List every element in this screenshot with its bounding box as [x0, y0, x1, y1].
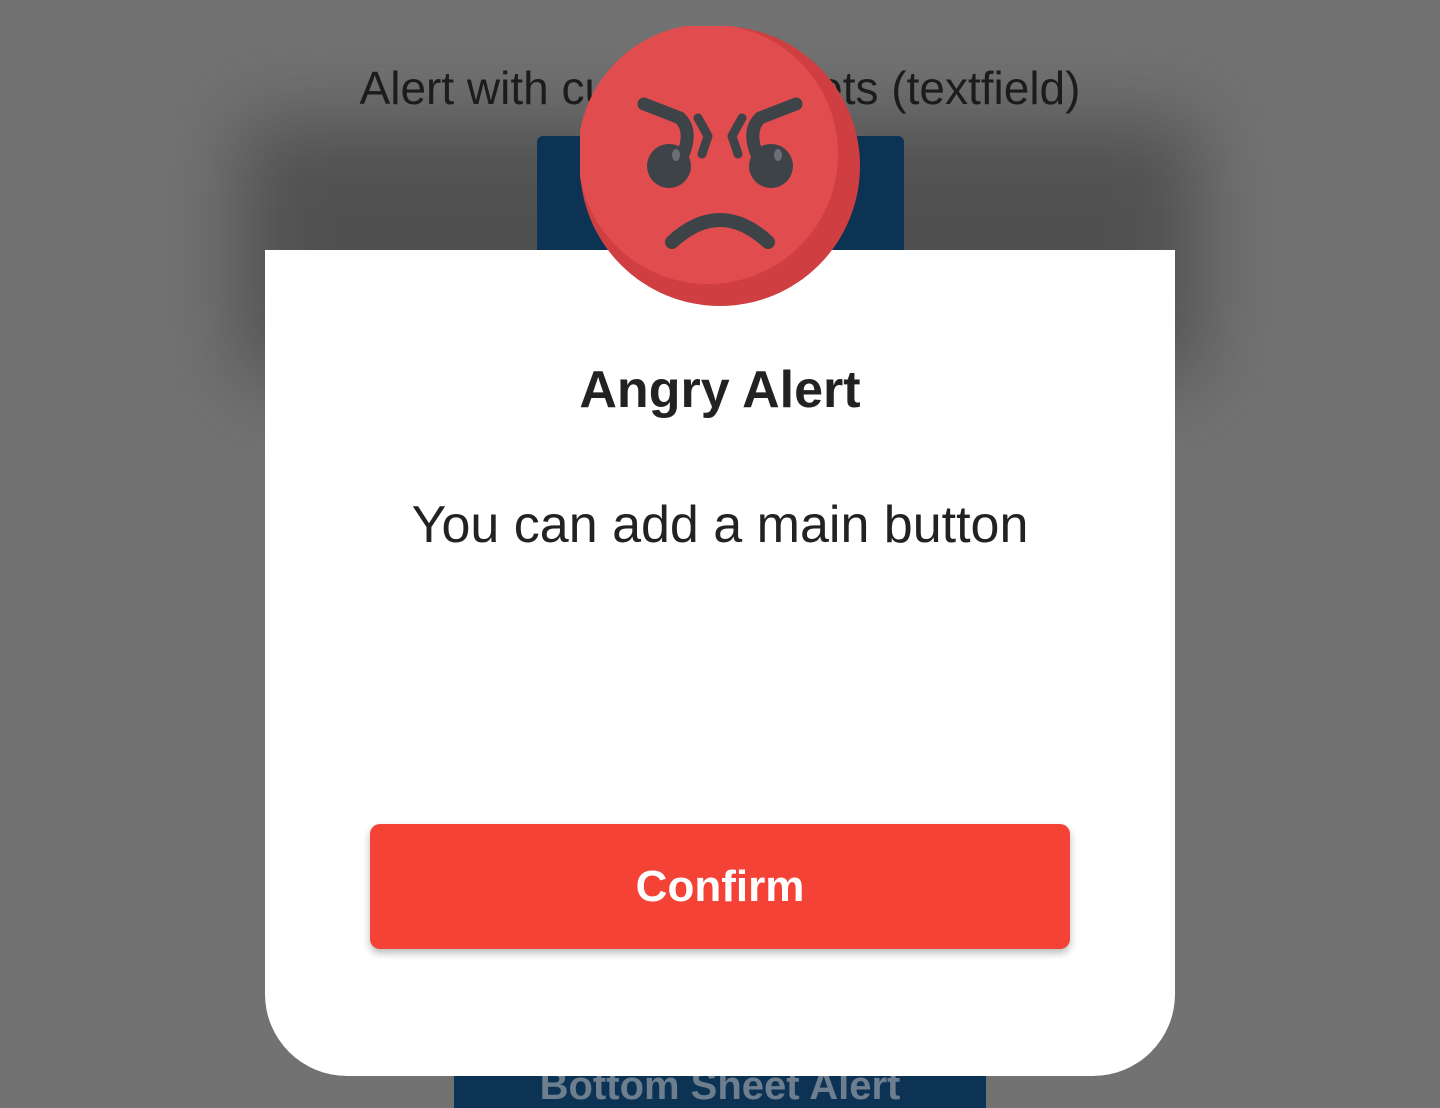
confirm-button[interactable]: Confirm [370, 824, 1070, 949]
alert-title: Angry Alert [579, 361, 861, 419]
alert-message: You can add a main button [411, 496, 1029, 554]
angry-face-icon [580, 26, 860, 306]
